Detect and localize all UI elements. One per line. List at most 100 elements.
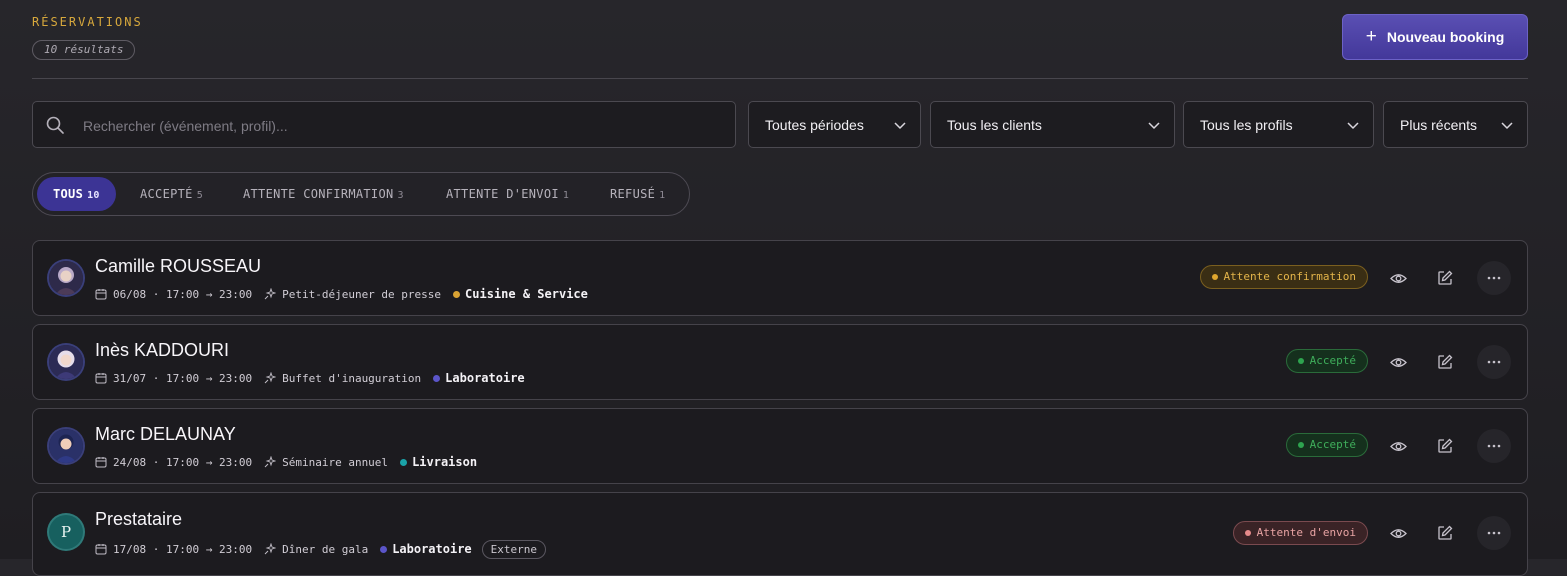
eye-icon [1389,357,1407,367]
chevron-down-icon [894,122,906,130]
search-input[interactable] [81,102,725,149]
booking-team: Livraison [412,455,478,469]
calendar-icon [95,289,107,300]
calendar-icon [95,373,107,384]
edit-icon [1438,525,1453,540]
status-badge: Accepté [1285,433,1368,457]
status-badge: Attente d'envoi [1232,521,1368,545]
more-icon [1487,360,1501,364]
eye-icon [1389,528,1407,538]
status-label: Accepté [1309,354,1356,367]
tab-refused[interactable]: REFUSÉ 1 [610,177,665,211]
booking-date: 17/08 [113,542,147,556]
edit-icon [1438,354,1453,369]
view-button[interactable] [1381,261,1415,295]
chevron-down-icon [1501,122,1513,130]
edit-button[interactable] [1428,429,1462,463]
sparkle-icon [264,543,277,555]
booking-name: Marc DELAUNAY [95,424,236,444]
more-button[interactable] [1477,429,1511,463]
edit-icon [1438,438,1453,453]
results-count-badge: 10 résultats [32,40,136,60]
team-color-dot [453,290,461,298]
booking-event: Petit-déjeuner de presse [282,287,442,301]
more-button[interactable] [1477,345,1511,379]
person-female-icon [49,261,83,295]
profiles-select[interactable]: Tous les profils [1183,101,1374,148]
view-button[interactable] [1381,516,1415,550]
avatar-initial: P [60,523,72,541]
avatar: P [49,515,83,549]
booking-row[interactable]: Marc DELAUNAY 24/08 · 17:00 → 23:00 Sémi… [32,408,1528,484]
view-button[interactable] [1381,345,1415,379]
chevron-down-icon [1148,122,1160,130]
chevron-down-icon [1347,122,1359,130]
booking-time: 17:00 → 23:00 [166,542,253,556]
booking-meta: 17/08 · 17:00 → 23:00 Dîner de gala Labo… [95,539,547,559]
status-badge: Accepté [1285,349,1368,373]
period-select[interactable]: Toutes périodes [748,101,921,148]
search-field[interactable] [32,101,736,149]
tab-count: 10 [87,190,100,201]
tab-all[interactable]: TOUS 10 [37,177,116,211]
profiles-select-value: Tous les profils [1200,117,1293,133]
sort-select-value: Plus récents [1400,117,1478,133]
booking-row[interactable]: P Prestataire 17/08 · 17:00 → 23:00 Dîne… [32,492,1528,576]
tab-label: ACCEPTÉ [140,187,193,201]
page-header: RÉSERVATIONS 10 résultats + Nouveau book… [32,0,1528,79]
booking-time: 17:00 → 23:00 [166,371,253,385]
clients-select[interactable]: Tous les clients [930,101,1175,148]
view-button[interactable] [1381,429,1415,463]
tab-count: 3 [397,190,404,201]
new-booking-label: Nouveau booking [1386,29,1505,45]
sparkle-icon [264,456,277,468]
booking-row[interactable]: Inès KADDOURI 31/07 · 17:00 → 23:00 Buff… [32,324,1528,400]
plus-icon: + [1365,25,1377,47]
status-dot [1297,442,1304,448]
status-label: Accepté [1309,438,1356,451]
sort-select[interactable]: Plus récents [1383,101,1528,148]
booking-date: 06/08 [113,287,147,301]
status-badge: Attente confirmation [1199,265,1368,289]
page-title: RÉSERVATIONS [32,15,143,29]
tab-label: ATTENTE CONFIRMATION [243,187,394,201]
clients-select-value: Tous les clients [947,117,1042,133]
tab-label: REFUSÉ [610,187,656,201]
status-label: Attente confirmation [1223,270,1356,283]
tab-count: 1 [562,190,570,201]
tab-accepted[interactable]: ACCEPTÉ 5 [140,177,203,211]
person-male-icon [49,429,83,463]
avatar [49,345,83,379]
team-color-dot [400,458,408,466]
edit-button[interactable] [1428,516,1462,550]
booking-meta: 06/08 · 17:00 → 23:00 Petit-déjeuner de … [95,286,588,302]
booking-time: 17:00 → 23:00 [166,455,253,469]
edit-button[interactable] [1428,261,1462,295]
booking-name: Prestataire [95,509,183,529]
booking-row[interactable]: Camille ROUSSEAU 06/08 · 17:00 → 23:00 P… [32,240,1528,316]
booking-event: Séminaire annuel [282,455,389,469]
team-color-dot [380,545,388,553]
status-tabs: TOUS 10 ACCEPTÉ 5 ATTENTE CONFIRMATION 3 AT… [32,172,690,216]
avatar [49,261,83,295]
sparkle-icon [264,288,277,300]
more-button[interactable] [1477,516,1511,550]
booking-team: Laboratoire [392,542,472,556]
team-color-dot [433,374,441,382]
more-button[interactable] [1477,261,1511,295]
status-label: Attente d'envoi [1256,526,1356,539]
person-female-icon [49,345,83,379]
tab-count: 5 [196,190,204,201]
status-dot [1297,358,1304,364]
booking-date: 31/07 [113,371,147,385]
booking-name: Camille ROUSSEAU [95,256,262,276]
edit-button[interactable] [1428,345,1462,379]
booking-team: Cuisine & Service [465,287,588,301]
external-badge: Externe [481,539,547,559]
tab-awaiting-send[interactable]: ATTENTE D'ENVOI 1 [446,177,569,211]
more-icon [1487,276,1501,280]
tab-awaiting-confirmation[interactable]: ATTENTE CONFIRMATION 3 [243,177,404,211]
booking-time: 17:00 → 23:00 [166,287,253,301]
eye-icon [1389,441,1407,451]
new-booking-button[interactable]: + Nouveau booking [1342,14,1528,60]
